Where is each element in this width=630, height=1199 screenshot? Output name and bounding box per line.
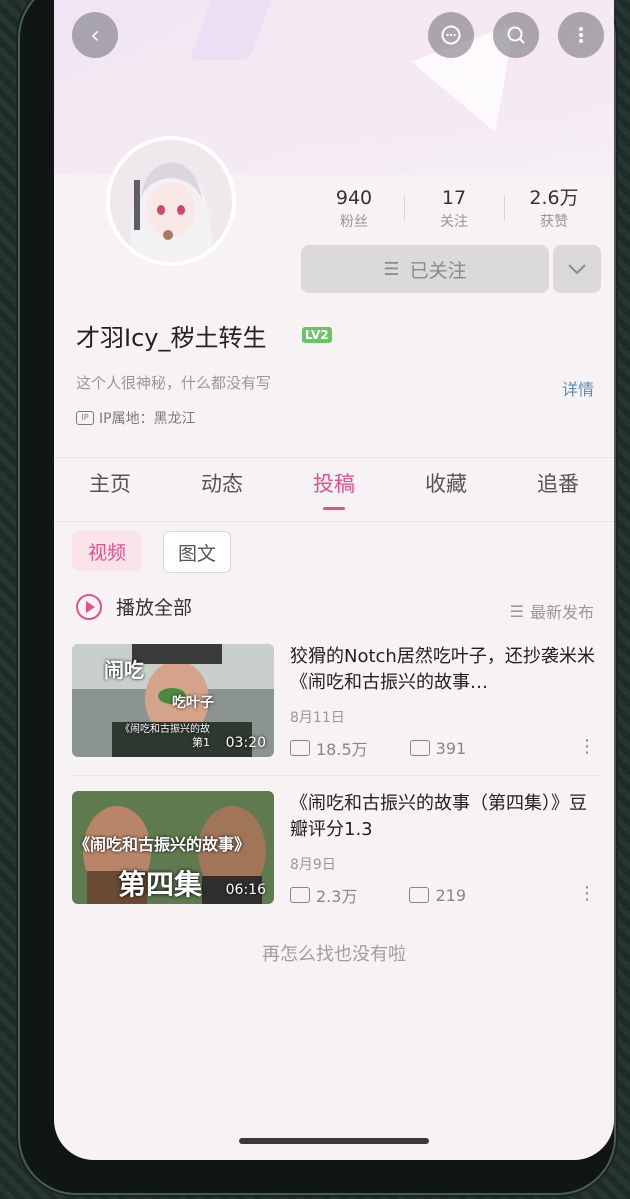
video-title[interactable]: 狡猾的Notch居然吃叶子，还抄袭米米《闹吃和古振兴的故事… — [290, 644, 600, 696]
profile-tabs: 主页 动态 投稿 收藏 追番 — [54, 468, 614, 512]
video-thumbnail[interactable]: 《闹吃和古振兴的故事》 第四集 06:16 — [72, 791, 274, 904]
follow-status-label: 已关注 — [409, 259, 467, 282]
followed-button[interactable]: ☰ 已关注 — [301, 245, 549, 293]
profile-stats: 940 粉丝 17 关注 2.6万 获赞 — [304, 185, 604, 233]
views-icon — [290, 887, 310, 903]
video-title[interactable]: 《闹吃和古振兴的故事（第四集）》豆瓣评分1.3 — [290, 791, 600, 843]
filter-image-text[interactable]: 图文 — [163, 531, 231, 573]
thumb-caption: 闹吃 — [104, 658, 144, 682]
end-of-list-message: 再怎么找也没有啦 — [262, 944, 406, 965]
menu-icon: ☰ — [383, 258, 400, 280]
video-duration: 03:20 — [225, 735, 266, 751]
thumb-caption: 吃叶子 — [172, 695, 214, 711]
thumb-caption: 第1 — [192, 736, 210, 749]
following-label: 关注 — [440, 214, 468, 230]
list-icon: ☰ — [509, 601, 524, 621]
search-button[interactable] — [493, 12, 539, 58]
follow-dropdown-button[interactable] — [553, 245, 601, 293]
video-item[interactable]: 闹吃 吃叶子 《闹吃和古振兴的故 第1 03:20 狡猾的Notch居然吃叶子，… — [72, 644, 602, 762]
tab-favorites[interactable]: 收藏 — [390, 468, 502, 512]
tab-bangumi[interactable]: 追番 — [502, 468, 614, 512]
video-views: 18.5万 — [316, 740, 368, 759]
video-comments: 219 — [435, 885, 466, 905]
ip-location: IP IP属地：黑龙江 — [76, 408, 196, 428]
video-item[interactable]: 《闹吃和古振兴的故事》 第四集 06:16 《闹吃和古振兴的故事（第四集）》豆瓣… — [72, 791, 602, 909]
followers-label: 粉丝 — [340, 214, 368, 230]
level-badge: LV2 — [302, 327, 332, 343]
likes-label: 获赞 — [540, 214, 568, 230]
ip-location-text: IP属地：黑龙江 — [99, 411, 196, 427]
divider — [72, 775, 602, 776]
more-button[interactable] — [558, 12, 604, 58]
banner-decoration — [189, 0, 279, 60]
play-all-label: 播放全部 — [116, 597, 193, 619]
views-icon — [290, 740, 310, 756]
phone-frame: ‹ 940 粉丝 17 关注 2.6万 获赞 ☰ 已关注 才羽Icy_秽土转生 … — [18, 0, 616, 1195]
video-comments: 391 — [435, 738, 467, 758]
video-more-button[interactable]: ⋮ — [578, 736, 596, 757]
tab-home[interactable]: 主页 — [54, 468, 166, 512]
avatar-image — [110, 140, 232, 262]
video-more-button[interactable]: ⋮ — [578, 883, 596, 904]
video-stats: 2.3万 219 — [290, 883, 466, 907]
video-stats: 18.5万 391 — [290, 736, 466, 760]
detail-link[interactable]: 详情 — [562, 376, 594, 400]
likes-stat[interactable]: 2.6万 获赞 — [504, 185, 604, 233]
video-date: 8月11日 — [290, 710, 345, 726]
avatar[interactable] — [106, 136, 236, 266]
filter-video[interactable]: 视频 — [72, 531, 142, 571]
video-date: 8月9日 — [290, 857, 336, 873]
thumb-caption: 第四集 — [118, 868, 203, 901]
comments-icon — [409, 740, 430, 756]
video-thumbnail[interactable]: 闹吃 吃叶子 《闹吃和古振兴的故 第1 03:20 — [72, 644, 274, 757]
back-button[interactable]: ‹ — [72, 12, 118, 58]
chevron-left-icon: ‹ — [90, 21, 100, 49]
following-count: 17 — [441, 187, 467, 209]
tab-uploads[interactable]: 投稿 — [278, 468, 390, 512]
divider — [54, 457, 614, 458]
likes-count: 2.6万 — [529, 187, 579, 209]
divider — [54, 521, 614, 522]
followers-count: 940 — [335, 187, 373, 209]
username: 才羽Icy_秽土转生 — [76, 324, 267, 352]
play-circle-icon — [76, 593, 102, 620]
video-views: 2.3万 — [316, 887, 358, 906]
thumb-caption: 《闹吃和古振兴的故事》 — [74, 835, 251, 854]
bio-text: 这个人很神秘，什么都没有写 — [76, 374, 272, 392]
video-duration: 06:16 — [225, 882, 266, 898]
followers-stat[interactable]: 940 粉丝 — [304, 185, 404, 233]
home-indicator[interactable] — [239, 1138, 429, 1144]
app-screen: ‹ 940 粉丝 17 关注 2.6万 获赞 ☰ 已关注 才羽Icy_秽土转生 … — [54, 0, 614, 1160]
chevron-down-icon — [568, 264, 586, 275]
ip-icon: IP — [76, 411, 94, 425]
play-all-button[interactable]: 播放全部 — [76, 593, 192, 620]
following-stat[interactable]: 17 关注 — [404, 185, 504, 233]
search-icon — [507, 26, 525, 44]
tab-activity[interactable]: 动态 — [166, 468, 278, 512]
sort-label: 最新发布 — [529, 603, 594, 622]
chat-icon — [441, 25, 461, 45]
more-vertical-icon — [579, 27, 583, 43]
thumb-caption: 《闹吃和古振兴的故 — [120, 724, 210, 735]
comments-icon — [409, 887, 430, 903]
message-button[interactable] — [428, 12, 474, 58]
sort-button[interactable]: ☰ 最新发布 — [510, 599, 594, 623]
